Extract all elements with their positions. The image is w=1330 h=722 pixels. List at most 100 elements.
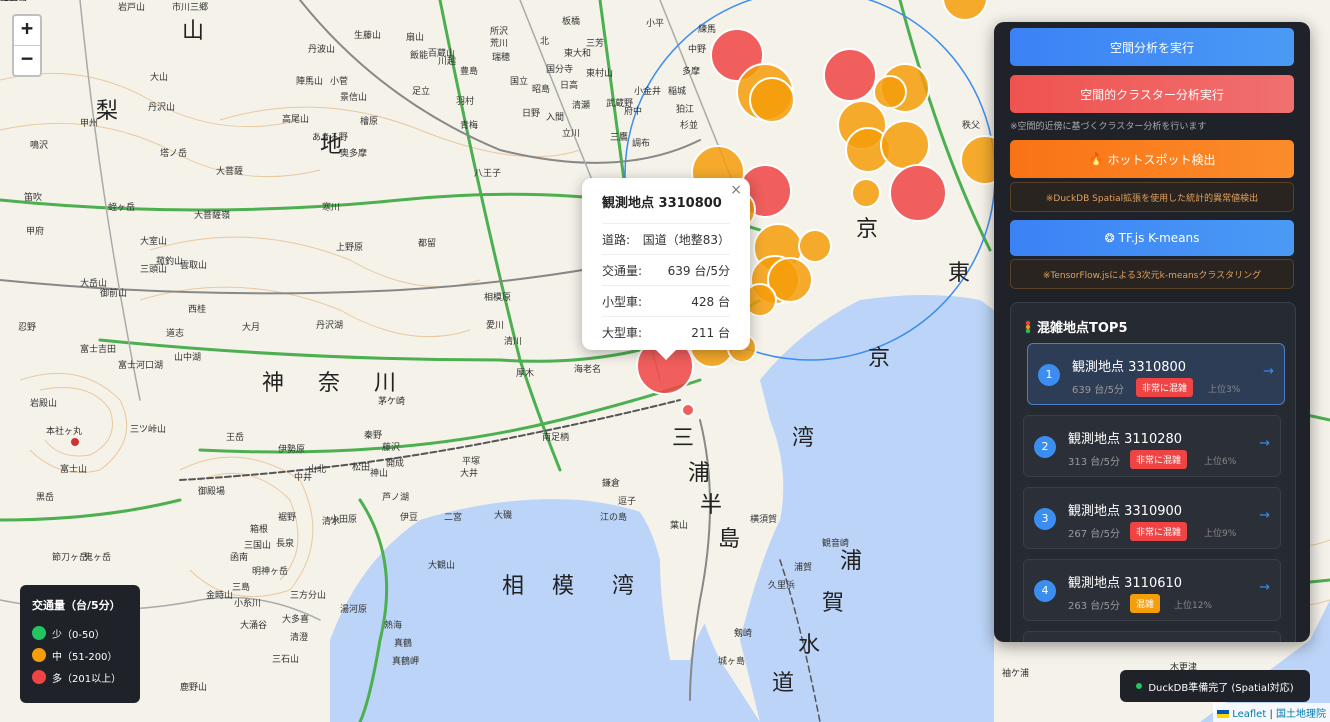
place-label: 東大和	[564, 47, 591, 59]
place-label: 寒川	[322, 201, 340, 213]
tfjs-button-label: TF.js K-means	[1118, 231, 1200, 245]
analysis-panel: 空間分析を実行 空間的クラスター分析実行 ※空間的近傍に基づくクラスター分析を行…	[994, 22, 1310, 642]
popup-small-label: 小型車:	[602, 294, 643, 309]
region-label: 相	[502, 574, 524, 599]
fuji-summit-icon	[71, 438, 79, 446]
place-label: 南足柄	[542, 431, 569, 443]
place-label: 大多喜	[282, 613, 309, 625]
place-label: 三島	[232, 581, 250, 593]
place-label: 生藤山	[354, 29, 381, 41]
place-label: 丹沢山	[148, 101, 175, 113]
zoom-control[interactable]: + −	[12, 14, 42, 77]
place-label: 松田	[352, 461, 370, 473]
rank-number: 3	[1034, 508, 1056, 530]
close-icon[interactable]: ×	[730, 182, 742, 198]
place-label: 大岳山	[80, 277, 107, 289]
place-label: 黒岳	[36, 491, 54, 503]
place-label: 国立	[510, 75, 528, 87]
station-name: 観測地点 3110280	[1068, 432, 1183, 447]
place-label: 中野	[688, 43, 706, 55]
region-label: 京	[868, 346, 890, 371]
rank-percentile: 上位9%	[1204, 529, 1237, 539]
place-label: 剱崎	[734, 627, 752, 639]
region-label: 賀	[822, 591, 844, 616]
place-label: 鬼ヶ岳	[84, 551, 111, 563]
top5-item[interactable]: 2 観測地点 3110280 313 台/5分 非常に混雑 上位6% →	[1023, 415, 1281, 477]
place-label: 真鶴	[394, 637, 412, 649]
place-label: 奥多摩	[340, 147, 367, 159]
region-label: 東	[948, 261, 970, 286]
region-label: 神	[262, 371, 284, 396]
region-label: 奈	[318, 371, 340, 396]
region-label: 三	[672, 426, 694, 451]
legend-dot-high	[32, 670, 46, 684]
traffic-marker[interactable]	[798, 229, 832, 263]
zoom-out-button[interactable]: −	[14, 46, 40, 75]
place-label: 山中湖	[174, 351, 201, 363]
place-label: 稲城	[668, 85, 686, 97]
place-label: 愛川	[486, 319, 504, 331]
station-name: 観測地点 3110610	[1068, 576, 1183, 591]
traffic-legend: 交通量（台/5分） 少（0-50） 中（51-200） 多（201以上）	[20, 585, 140, 703]
place-label: 富士河口湖	[118, 359, 163, 371]
rank-number: 1	[1038, 364, 1060, 386]
popup-title: 観測地点 3310800	[602, 196, 722, 211]
fire-icon: 🔥	[1088, 152, 1104, 166]
traffic-marker[interactable]	[749, 77, 795, 123]
place-label: 練馬	[698, 23, 716, 35]
popup-row-road: 道路: 国道（地整83）	[602, 223, 730, 254]
place-label: 陣馬山	[296, 75, 323, 87]
arrow-right-icon[interactable]: →	[1263, 364, 1274, 379]
top5-card: 混雑地点TOP5 1 観測地点 3310800 639 台/5分 非常に混雑 上位3% →…	[1010, 302, 1296, 642]
place-label: 富士山	[60, 463, 87, 475]
top5-item-partial[interactable]	[1023, 631, 1281, 642]
arrow-right-icon[interactable]: →	[1259, 580, 1270, 595]
place-label: 袖ケ浦	[1002, 667, 1029, 679]
place-label: 三国山	[244, 540, 271, 551]
leaflet-link[interactable]: Leaflet	[1232, 709, 1266, 720]
region-label: 山	[182, 19, 204, 44]
traffic-marker[interactable]	[873, 75, 907, 109]
traffic-marker[interactable]	[823, 48, 877, 102]
region-label: 水	[798, 633, 820, 658]
place-label: 雲取山	[180, 260, 207, 271]
place-label: 相模原	[484, 291, 511, 303]
traffic-marker[interactable]	[889, 164, 947, 222]
traffic-marker[interactable]	[880, 120, 930, 170]
place-label: 横須賀	[750, 513, 777, 525]
popup-row-large: 大型車: 211 台	[602, 316, 730, 347]
legend-item-low: 少（0-50）	[32, 622, 128, 644]
tfjs-kmeans-button[interactable]: ❂ TF.js K-means	[1010, 220, 1294, 256]
traffic-marker[interactable]	[681, 403, 695, 417]
arrow-right-icon[interactable]: →	[1259, 508, 1270, 523]
zoom-in-button[interactable]: +	[14, 16, 40, 46]
place-label: 大月	[242, 321, 260, 333]
place-label: 開成	[386, 457, 404, 469]
place-label: 清水	[322, 515, 340, 527]
congestion-badge: 非常に混雑	[1130, 522, 1188, 541]
hotspot-button[interactable]: 🔥 ホットスポット検出	[1010, 140, 1294, 178]
status-dot	[1136, 683, 1143, 689]
region-label: 半	[700, 493, 722, 518]
place-label: 大室山	[140, 235, 167, 247]
cluster-analysis-button[interactable]: 空間的クラスター分析実行	[1010, 75, 1294, 113]
region-label: 京	[856, 217, 878, 242]
spatial-analysis-button[interactable]: 空間分析を実行	[1010, 28, 1294, 66]
place-label: 狛江	[676, 103, 694, 115]
place-label: 鹿野山	[180, 681, 207, 693]
place-label: 箱根峠	[0, 0, 27, 3]
place-label: 王岳	[226, 431, 244, 443]
arrow-right-icon[interactable]: →	[1259, 436, 1270, 451]
gsi-link[interactable]: 国土地理院	[1276, 709, 1326, 720]
place-label: 日野	[522, 108, 540, 119]
place-label: 大菩薩嶺	[194, 209, 230, 221]
popup-volume-label: 交通量:	[602, 263, 643, 278]
top5-item[interactable]: 3 観測地点 3310900 267 台/5分 非常に混雑 上位9% →	[1023, 487, 1281, 549]
top5-item[interactable]: 1 観測地点 3310800 639 台/5分 非常に混雑 上位3% →	[1027, 343, 1285, 405]
top5-item[interactable]: 4 観測地点 3110610 263 台/5分 混雑 上位12% →	[1023, 559, 1281, 621]
popup-small-value: 428 台	[691, 294, 730, 309]
place-label: 高尾山	[282, 113, 309, 125]
place-label: 箱根	[250, 523, 268, 535]
traffic-marker[interactable]	[851, 178, 881, 208]
place-label: 大涌谷	[240, 619, 267, 631]
